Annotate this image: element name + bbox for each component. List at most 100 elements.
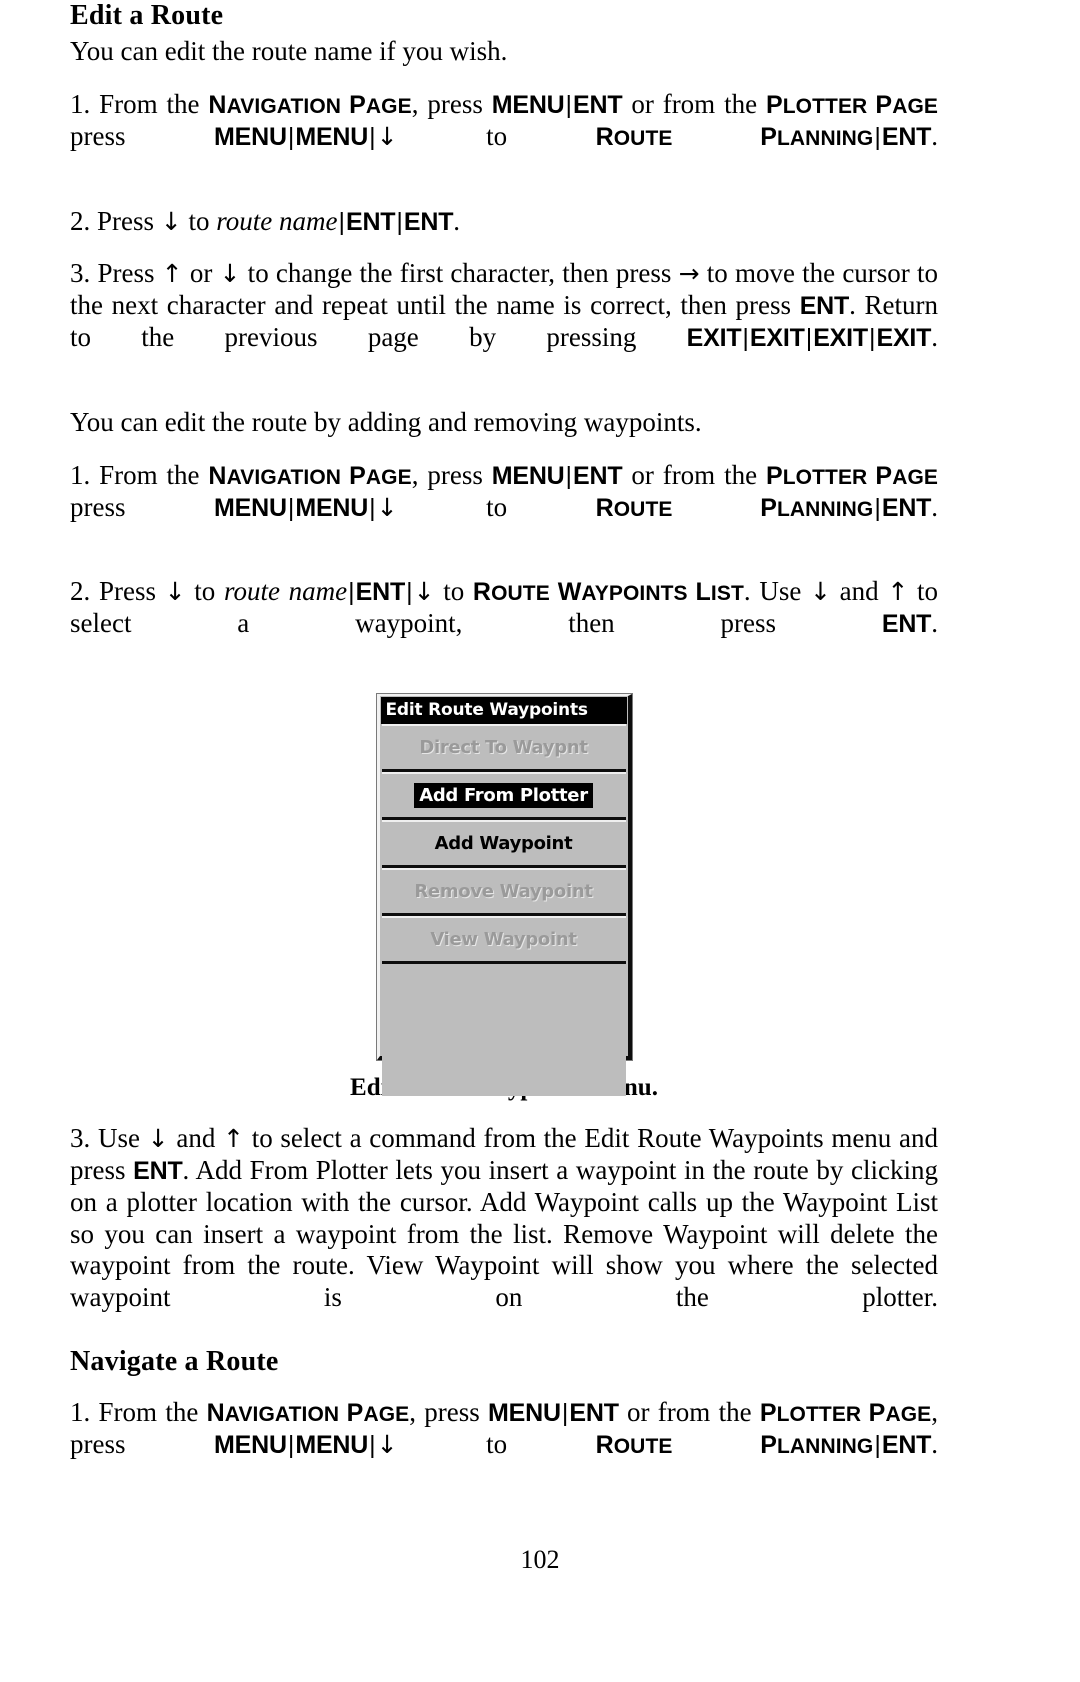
arrow-down-icon: ↓	[219, 259, 241, 289]
step-text: .	[453, 205, 461, 236]
label-navigation-page: NAVIGATION PAGE	[206, 1399, 410, 1428]
key-separator: |	[805, 324, 813, 353]
step-text: Press	[97, 258, 162, 289]
key-separator: |	[369, 1431, 376, 1459]
page-title-edit-a-route: Edit a Route	[70, 0, 224, 31]
key-separator: |	[396, 207, 403, 236]
key-ent: ENT	[345, 207, 396, 236]
edit-route-intro-paragraph: You can edit the route name if you wish.	[70, 36, 938, 68]
figure-edit-route-waypoints: Edit Route Waypoints Direct To Waypnt Ad…	[70, 693, 938, 1102]
key-exit: EXIT	[876, 324, 932, 353]
step-number: 1.	[70, 1397, 91, 1428]
label-navigation-page: NAVIGATION PAGE	[208, 461, 412, 490]
menu-item-label: Direct To Waypnt	[419, 736, 588, 758]
key-separator: |	[874, 122, 881, 151]
key-separator: |	[338, 207, 345, 236]
key-ent: ENT	[403, 207, 454, 236]
key-menu: MENU	[491, 461, 565, 490]
device-screenshot: Edit Route Waypoints Direct To Waypnt Ad…	[376, 693, 632, 1096]
key-menu: MENU	[214, 493, 287, 522]
step-text: , press	[411, 459, 492, 490]
edit-waypoints-intro-paragraph: You can edit the route by adding and rem…	[70, 407, 938, 439]
edit-waypoints-intro-text: You can edit the route by adding and rem…	[70, 406, 702, 437]
step-text: , press	[411, 89, 492, 120]
menu-item-label: Add From Plotter	[414, 782, 593, 808]
key-separator: |	[874, 493, 881, 522]
key-ent: ENT	[355, 578, 406, 607]
device-menu-list: Direct To Waypnt Add From Plotter Add Wa…	[380, 723, 628, 964]
label-route-planning: ROUTE PLANNING	[595, 122, 874, 151]
step-number: 3.	[70, 258, 91, 289]
step-text: .	[931, 608, 938, 639]
label-route-waypoints-list: ROUTE WAYPOINTS LIST	[472, 578, 744, 607]
navigate-route-step-1: 1. From the NAVIGATION PAGE, press MENU |…	[70, 1397, 938, 1493]
step-text: press	[70, 120, 214, 151]
arrow-down-icon: ↓	[376, 1430, 398, 1459]
menu-item-view-waypoint[interactable]: View Waypoint	[381, 915, 626, 964]
step-number: 2.	[70, 205, 91, 236]
page-number: 102	[520, 1545, 560, 1574]
key-exit: EXIT	[813, 324, 868, 353]
step-text: to	[185, 576, 224, 607]
key-exit: EXIT	[686, 324, 742, 353]
label-route-planning: ROUTE PLANNING	[595, 1431, 874, 1459]
edit-waypoints-step-1: 1. From the NAVIGATION PAGE, press MENU|…	[70, 460, 938, 556]
step-text: Use	[97, 1122, 148, 1153]
key-ent: ENT	[569, 1399, 619, 1428]
key-ent: ENT	[881, 610, 932, 639]
arrow-right-icon: →	[678, 259, 700, 289]
step-text: .	[931, 491, 938, 522]
step-text: . Use	[743, 576, 811, 607]
arrow-up-icon: ↑	[223, 1123, 244, 1153]
menu-item-add-waypoint[interactable]: Add Waypoint	[381, 819, 626, 868]
arrow-down-icon: ↓	[147, 1123, 169, 1153]
menu-item-label: Add Waypoint	[434, 832, 573, 854]
menu-item-direct-to-waypnt[interactable]: Direct To Waypnt	[381, 723, 626, 772]
key-menu: MENU	[491, 91, 565, 120]
step-text: From the	[99, 459, 209, 490]
step-text: From the	[99, 89, 209, 120]
label-plotter-page: PLOTTER PAGE	[765, 91, 938, 120]
key-separator: |	[565, 91, 573, 120]
menu-item-label: Remove Waypoint	[414, 880, 593, 902]
key-separator: |	[369, 122, 376, 151]
manual-page: Edit a Route You can edit the route name…	[70, 0, 938, 1682]
label-route-name: route name	[224, 576, 348, 607]
key-menu: MENU	[488, 1399, 561, 1428]
key-separator: |	[565, 461, 573, 490]
step-text: and	[830, 576, 888, 607]
label-plotter-page: PLOTTER PAGE	[759, 1399, 932, 1428]
arrow-up-icon: ↑	[887, 577, 909, 607]
step-text: press	[70, 491, 214, 522]
step-text: or	[182, 258, 220, 289]
step-text: .	[931, 322, 938, 353]
step-number: 1.	[70, 459, 91, 490]
menu-item-remove-waypoint[interactable]: Remove Waypoint	[381, 867, 626, 916]
edit-route-step-2: 2. Press ↓ to route name|ENT|ENT.	[70, 206, 938, 238]
step-text: to	[397, 491, 596, 522]
step-text: to	[434, 576, 473, 607]
key-separator: |	[874, 1431, 881, 1459]
label-route-name: route name	[216, 205, 338, 236]
edit-waypoints-step-3: 3. Use ↓ and ↑ to select a command from …	[70, 1123, 938, 1346]
key-ent: ENT	[881, 1431, 932, 1459]
step-text: or from the	[618, 1397, 760, 1428]
arrow-down-icon: ↓	[164, 577, 186, 607]
step-text: , press	[409, 1397, 489, 1428]
step-text: . Add From Plotter lets you insert a way…	[70, 1154, 938, 1313]
step-text: Press	[97, 205, 161, 236]
step-text: and	[168, 1122, 224, 1153]
step-number: 2.	[70, 576, 91, 607]
page-title-navigate-a-route: Navigate a Route	[70, 1345, 279, 1377]
step-text: .	[931, 1429, 938, 1459]
menu-item-add-from-plotter[interactable]: Add From Plotter	[381, 771, 626, 820]
step-text: From the	[98, 1397, 207, 1428]
step-text: to change the first character, then pres…	[240, 258, 679, 289]
device-menu-empty-area	[381, 963, 626, 1096]
edit-route-intro-text: You can edit the route name if you wish.	[70, 36, 508, 67]
arrow-up-icon: ↑	[161, 259, 183, 289]
step-text: to	[397, 120, 596, 151]
key-separator: |	[406, 578, 413, 607]
key-ent: ENT	[133, 1156, 183, 1185]
step-number: 3.	[70, 1122, 91, 1153]
